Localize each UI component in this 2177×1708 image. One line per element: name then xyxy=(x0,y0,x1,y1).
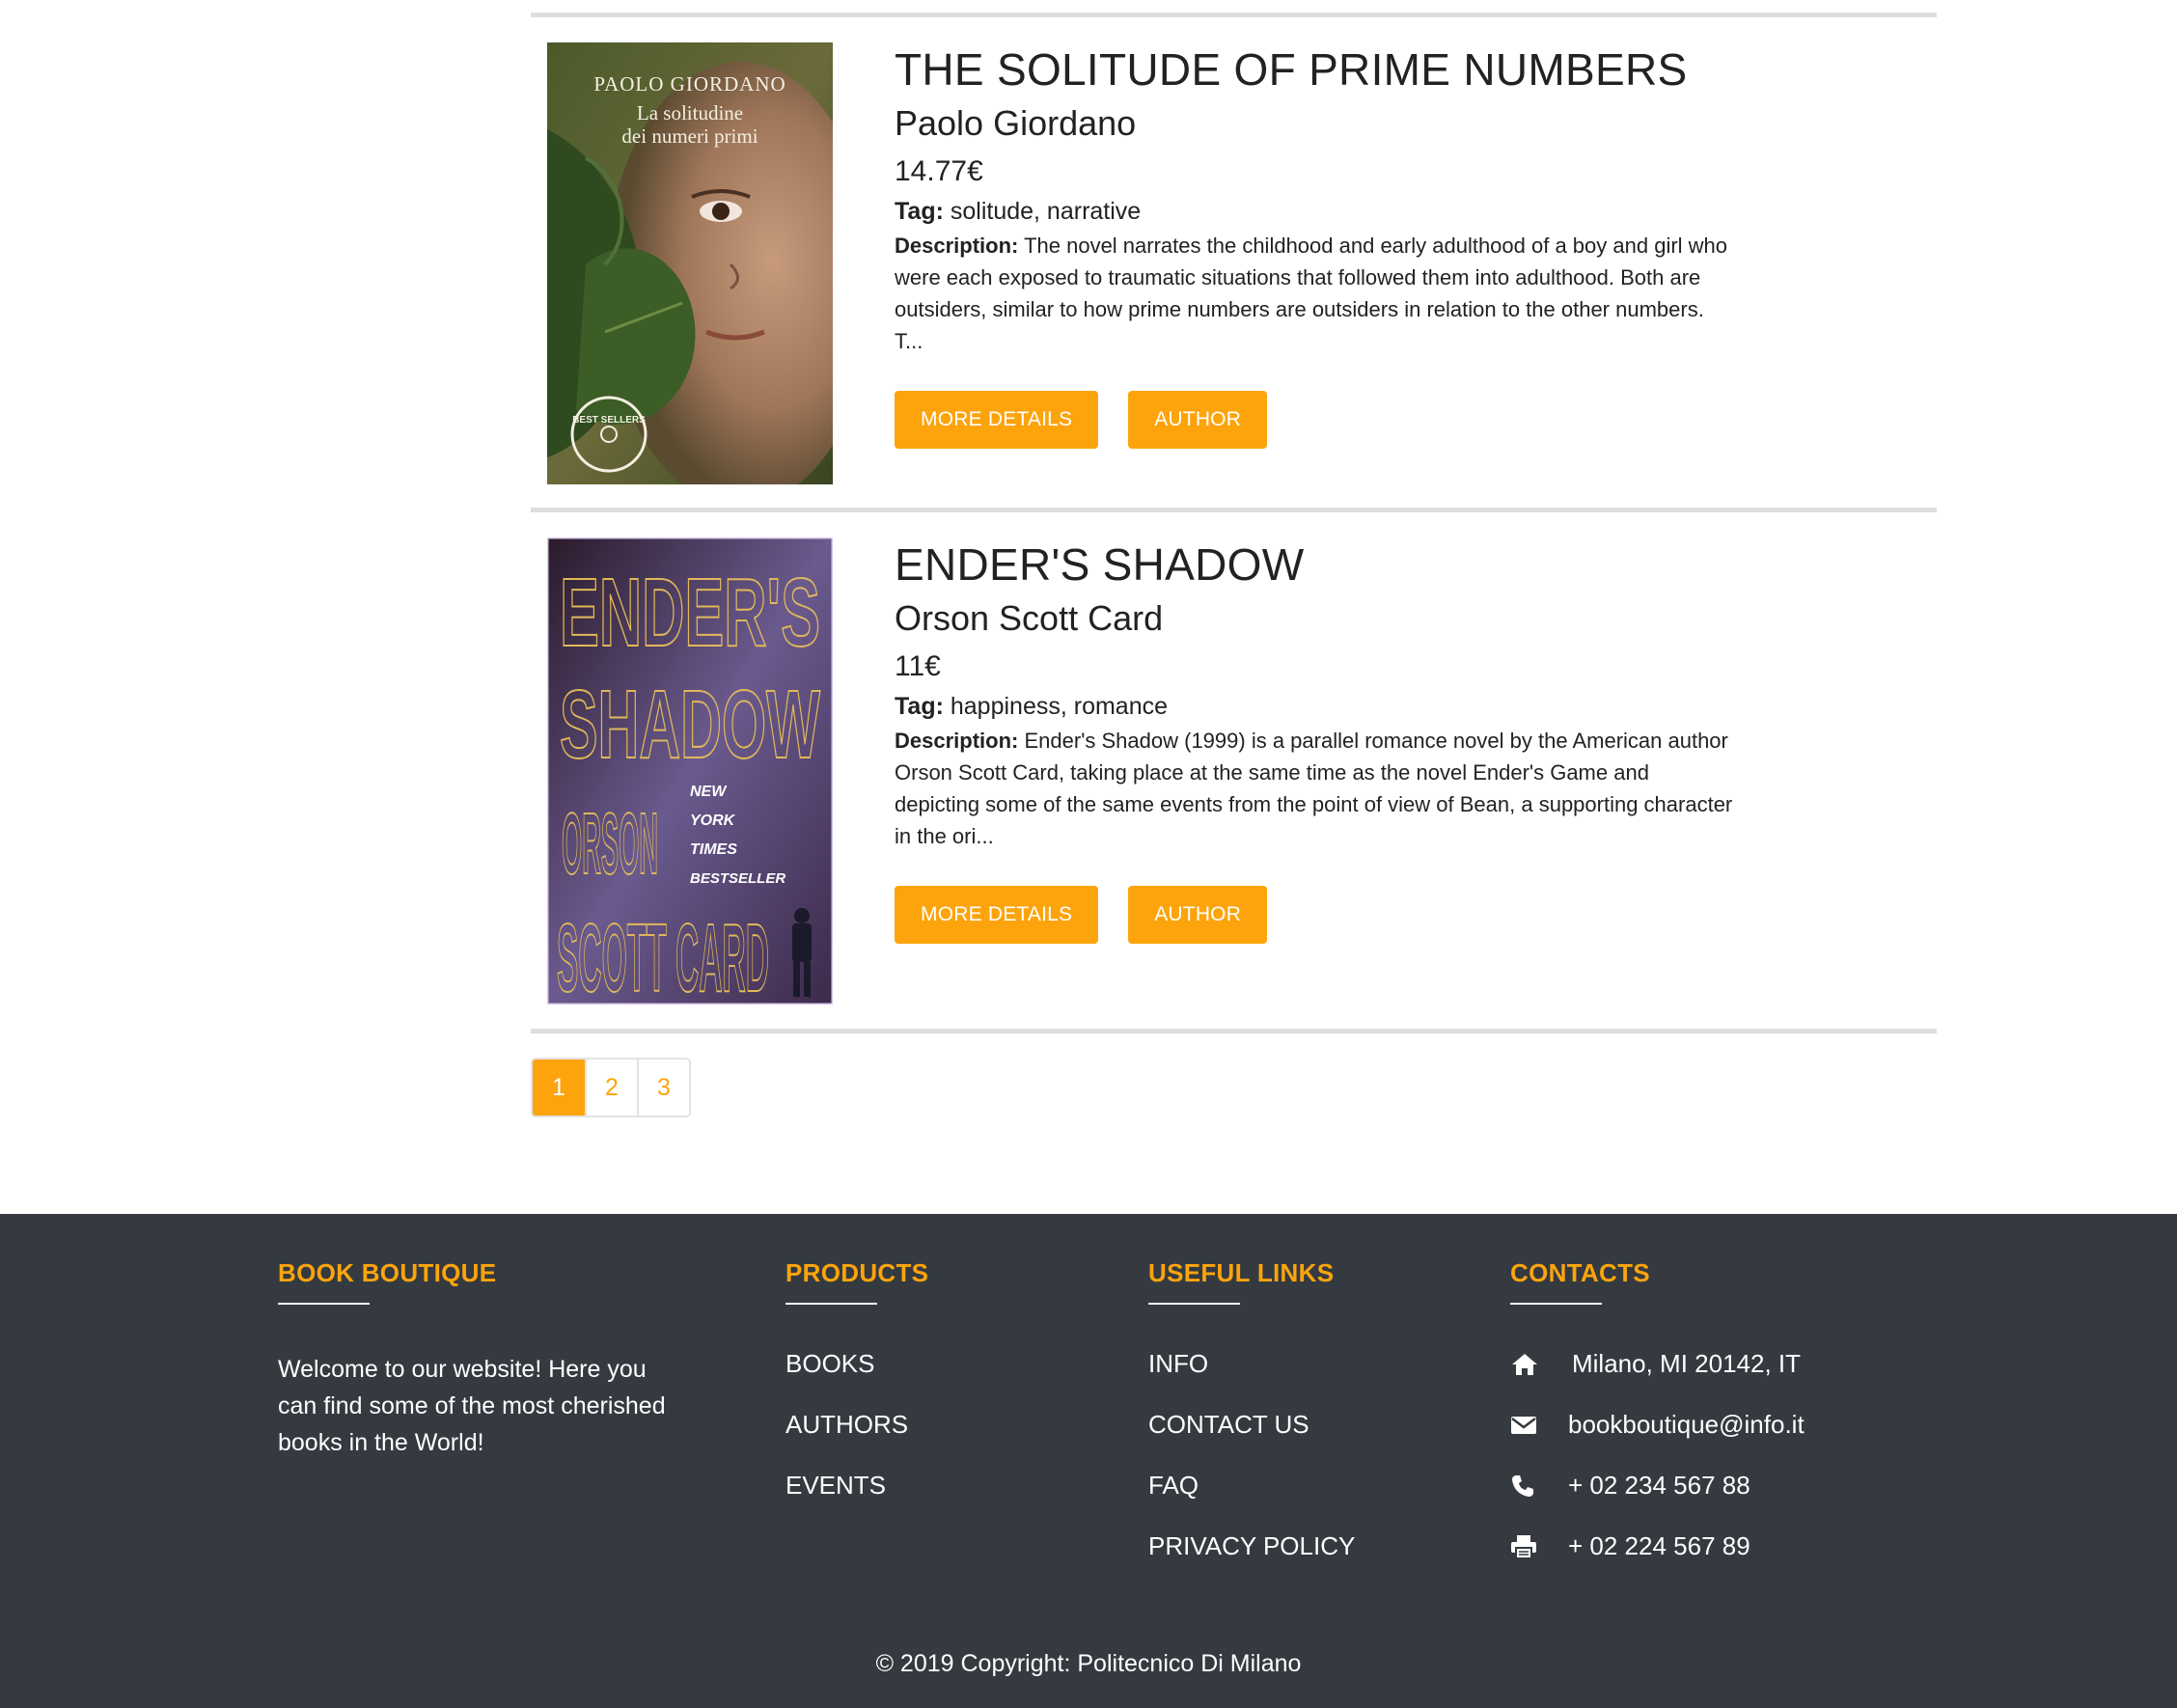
page-link-3[interactable]: 3 xyxy=(637,1060,689,1116)
book-description: Description: The novel narrates the chil… xyxy=(895,230,1734,357)
footer-link-list: BOOKS AUTHORS EVENTS xyxy=(785,1334,928,1516)
book-author: Paolo Giordano xyxy=(895,103,1137,143)
cover-author-text: SCOTT CARD xyxy=(557,904,769,1005)
book-item: PAOLO GIORDANO La solitudine dei numeri … xyxy=(531,42,1937,486)
book-info: ENDER'S SHADOW Orson Scott Card 11€ Tag:… xyxy=(895,537,1744,852)
contact-phone-text: + 02 234 567 88 xyxy=(1568,1471,1750,1500)
book-title[interactable]: THE SOLITUDE OF PRIME NUMBERS xyxy=(895,42,1744,96)
copyright: © 2019 Copyright: Politecnico Di Milano xyxy=(875,1650,1302,1677)
heading-underline xyxy=(1148,1303,1240,1305)
footer-about-text: Welcome to our website! Here you can fin… xyxy=(278,1356,666,1456)
footer-link-contact-us[interactable]: CONTACT US xyxy=(1148,1394,1355,1455)
phone-icon xyxy=(1510,1472,1549,1501)
book-actions: MORE DETAILS AUTHOR xyxy=(895,391,1268,449)
footer-heading: CONTACTS xyxy=(1510,1258,1650,1287)
author-button[interactable]: AUTHOR xyxy=(1128,391,1268,449)
cover-author-text: PAOLO GIORDANO xyxy=(593,72,785,96)
book-info: THE SOLITUDE OF PRIME NUMBERS Paolo Gior… xyxy=(895,42,1744,357)
print-icon xyxy=(1510,1532,1549,1561)
book-actions: MORE DETAILS AUTHOR xyxy=(895,886,1268,944)
book-author: Orson Scott Card xyxy=(895,598,1164,638)
contact-address-text: Milano, MI 20142, IT xyxy=(1572,1349,1801,1378)
page: PAOLO GIORDANO La solitudine dei numeri … xyxy=(0,0,2177,1708)
contact-address: Milano, MI 20142, IT xyxy=(1510,1334,1805,1394)
tag-values: solitude, narrative xyxy=(950,198,1142,225)
pagination: 1 2 3 xyxy=(531,1058,691,1117)
footer-useful-links: USEFUL LINKS INFO CONTACT US FAQ PRIVACY… xyxy=(1148,1258,1355,1577)
footer-products: PRODUCTS BOOKS AUTHORS EVENTS xyxy=(785,1258,928,1516)
footer-heading: PRODUCTS xyxy=(785,1258,929,1287)
footer-link-authors[interactable]: AUTHORS xyxy=(785,1394,928,1455)
description-text: Ender's Shadow (1999) is a parallel roma… xyxy=(895,729,1733,848)
more-details-button[interactable]: MORE DETAILS xyxy=(895,391,1099,449)
heading-underline xyxy=(278,1303,370,1305)
description-label: Description: xyxy=(895,729,1019,753)
cover-title-text: ENDER'S xyxy=(560,559,820,667)
page-link-2[interactable]: 2 xyxy=(585,1060,637,1116)
tag-values: happiness, romance xyxy=(950,693,1169,720)
description-label: Description: xyxy=(895,234,1019,258)
tag-label: Tag: xyxy=(895,198,944,225)
description-text: The novel narrates the childhood and ear… xyxy=(895,234,1728,353)
heading-underline xyxy=(785,1303,877,1305)
envelope-icon xyxy=(1510,1411,1549,1440)
book-price: 14.77€ xyxy=(895,155,983,187)
book-price: 11€ xyxy=(895,650,941,682)
cover-title-text: La solitudine xyxy=(637,101,743,124)
contact-email: bookboutique@info.it xyxy=(1510,1394,1805,1455)
cover-badge-text: NEW xyxy=(690,784,728,800)
contact-fax-text: + 02 224 567 89 xyxy=(1568,1531,1750,1560)
more-details-button[interactable]: MORE DETAILS xyxy=(895,886,1099,944)
contact-list: Milano, MI 20142, IT bookboutique@info.i… xyxy=(1510,1334,1805,1577)
footer: BOOK BOUTIQUE Welcome to our website! He… xyxy=(0,1214,2177,1708)
footer-about: BOOK BOUTIQUE Welcome to our website! He… xyxy=(278,1258,674,1461)
cover-author-text: ORSON xyxy=(562,796,658,893)
cover-badge-text: YORK xyxy=(690,813,736,829)
cover-title-text: SHADOW xyxy=(560,671,820,779)
contact-email-text[interactable]: bookboutique@info.it xyxy=(1568,1410,1805,1440)
footer-link-privacy-policy[interactable]: PRIVACY POLICY xyxy=(1148,1516,1355,1577)
cover-title-text: dei numeri primi xyxy=(621,124,758,148)
page-link-1[interactable]: 1 xyxy=(533,1060,585,1116)
book-item: ENDER'S SHADOW ORSON SCOTT CARD NEW YORK… xyxy=(531,537,1937,1005)
book-cover-image[interactable]: ENDER'S SHADOW ORSON SCOTT CARD NEW YORK… xyxy=(547,537,833,1005)
divider xyxy=(531,508,1937,512)
footer-link-info[interactable]: INFO xyxy=(1148,1334,1355,1394)
book-cover-art: ENDER'S SHADOW ORSON SCOTT CARD NEW YORK… xyxy=(547,537,833,1005)
cover-badge-text: BESTSELLER xyxy=(690,870,785,887)
author-button[interactable]: AUTHOR xyxy=(1128,886,1268,944)
footer-heading: BOOK BOUTIQUE xyxy=(278,1258,497,1287)
book-cover-image[interactable]: PAOLO GIORDANO La solitudine dei numeri … xyxy=(547,42,833,484)
footer-link-books[interactable]: BOOKS xyxy=(785,1334,928,1394)
contact-fax: + 02 224 567 89 xyxy=(1510,1516,1805,1577)
book-tags: Tag: solitude, narrative xyxy=(895,195,1744,228)
cover-badge-text: BEST SELLERS xyxy=(572,415,646,426)
book-title[interactable]: ENDER'S SHADOW xyxy=(895,537,1744,592)
contact-phone: + 02 234 567 88 xyxy=(1510,1455,1805,1516)
footer-link-events[interactable]: EVENTS xyxy=(785,1455,928,1516)
home-icon xyxy=(1510,1350,1549,1379)
footer-contacts: CONTACTS Milano, MI 20142, IT bookboutiq… xyxy=(1510,1258,1805,1577)
divider xyxy=(531,13,1937,17)
footer-heading: USEFUL LINKS xyxy=(1148,1258,1335,1287)
heading-underline xyxy=(1510,1303,1602,1305)
book-description: Description: Ender's Shadow (1999) is a … xyxy=(895,725,1734,852)
footer-link-faq[interactable]: FAQ xyxy=(1148,1455,1355,1516)
book-tags: Tag: happiness, romance xyxy=(895,690,1744,723)
footer-link-list: INFO CONTACT US FAQ PRIVACY POLICY xyxy=(1148,1334,1355,1577)
tag-label: Tag: xyxy=(895,693,944,720)
divider xyxy=(531,1029,1937,1033)
book-cover-art: PAOLO GIORDANO La solitudine dei numeri … xyxy=(547,42,833,484)
cover-badge-text: TIMES xyxy=(690,841,737,858)
